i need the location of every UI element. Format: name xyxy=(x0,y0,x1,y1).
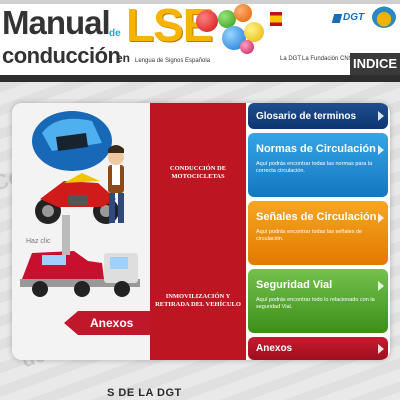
link-conduccion-motocicletas[interactable]: CONDUCCIÓN DE MOTOCICLETAS xyxy=(154,165,242,181)
menu-item-anexos[interactable]: Anexos xyxy=(248,337,388,360)
chevron-right-icon xyxy=(378,213,384,223)
click-hint: Haz clic xyxy=(26,238,51,245)
decorative-ball-orange xyxy=(234,4,252,22)
menu-item-senales[interactable]: Señales de Circulación Aquí podrás encon… xyxy=(248,201,388,265)
government-logo[interactable] xyxy=(270,12,330,26)
brand-manual-word: Manual xyxy=(2,4,111,41)
decorative-ball-pink xyxy=(240,40,254,54)
chevron-right-icon xyxy=(378,281,384,291)
header-divider xyxy=(0,75,400,82)
menu-item-description: Aquí podrás encontrar todas las señales … xyxy=(256,229,363,242)
nav-link-fundacion-cnse[interactable]: La Fundación CNSE xyxy=(302,56,357,62)
menu-item-title: Anexos xyxy=(256,343,293,354)
menu-item-title: Glosario de terminos xyxy=(256,111,357,122)
menu-item-title: Seguridad Vial xyxy=(256,279,333,291)
brand-en-word: en xyxy=(116,51,131,65)
menu-item-title: Señales de Circulación xyxy=(256,211,377,223)
menu-item-description: Aquí podrás encontrar todas las normas p… xyxy=(256,161,373,174)
helmet-icon xyxy=(32,111,112,171)
spain-flag-icon xyxy=(270,12,282,26)
menu-item-glosario[interactable]: Glosario de terminos xyxy=(248,103,388,129)
chevron-right-icon xyxy=(378,344,384,354)
menu-item-normas[interactable]: Normas de Circulación Aquí podrás encont… xyxy=(248,133,388,197)
link-inmovilizacion-retirada[interactable]: INMOVILIZACIÓN Y RETIRADA DEL VEHÍCULO xyxy=(154,293,242,309)
indice-button[interactable]: INDICE xyxy=(350,53,400,75)
site-header: Manual de LSE conducción en Lengua de Si… xyxy=(0,0,400,82)
menu-item-seguridad-vial[interactable]: Seguridad Vial Aquí podrás encontrar tod… xyxy=(248,269,388,333)
dgt-mark-icon xyxy=(331,14,343,23)
anexos-tab[interactable]: Anexos xyxy=(64,311,150,335)
section-menu: Glosario de terminos Normas de Circulaci… xyxy=(246,103,390,360)
chevron-right-icon xyxy=(378,111,384,121)
chevron-right-icon xyxy=(378,145,384,155)
dgt-logo[interactable]: DGT xyxy=(331,12,367,26)
brand-de-word: de xyxy=(109,28,121,39)
nav-link-la-dgt[interactable]: La DGT xyxy=(280,56,301,62)
menu-item-description: Aquí podrás encontrar todo lo relacionad… xyxy=(256,297,375,310)
brand-subtitle: Lengua de Signos Española xyxy=(135,58,211,64)
menu-item-title: Normas de Circulación xyxy=(256,143,376,155)
main-card: Haz clic CONDUCCIÓN DE MOTOCICLETAS INMO… xyxy=(12,103,390,360)
motorbike-icon xyxy=(35,173,119,224)
categories-panel: CONDUCCIÓN DE MOTOCICLETAS INMOVILIZACIÓ… xyxy=(150,103,246,360)
cnse-logo[interactable] xyxy=(372,6,396,28)
decorative-ball-red xyxy=(196,10,218,32)
decorative-ball-yellow xyxy=(244,22,264,42)
brand-conduccion-word: conducción xyxy=(2,43,121,68)
tow-truck-icon xyxy=(20,215,140,297)
footer-text: S DE LA DGT xyxy=(107,387,182,399)
dgt-logo-text: DGT xyxy=(343,12,365,23)
